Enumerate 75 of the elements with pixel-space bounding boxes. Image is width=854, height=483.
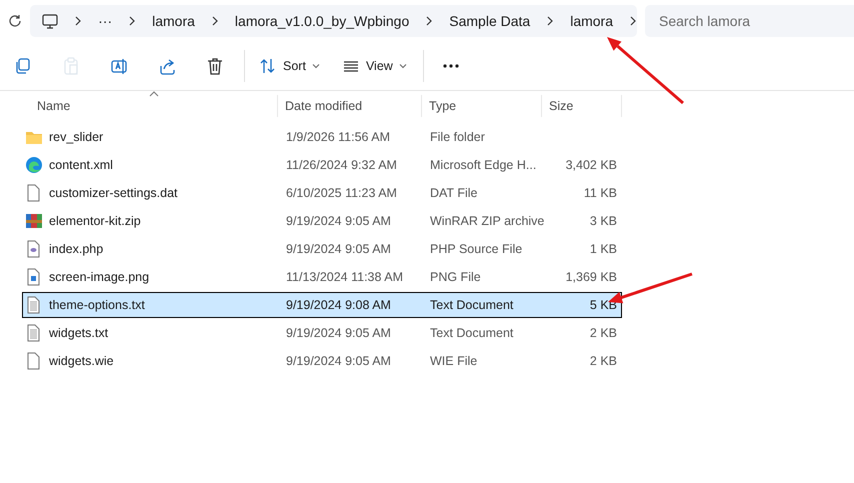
file-size: 3 KB	[590, 214, 617, 228]
computer-icon[interactable]	[42, 14, 58, 28]
chevron-icon	[546, 16, 554, 26]
file-size: 1 KB	[590, 242, 617, 256]
file-name: widgets.wie	[49, 354, 114, 368]
chevron-icon	[425, 16, 434, 26]
share-icon	[158, 57, 176, 75]
more-icon	[442, 64, 459, 68]
breadcrumb[interactable]: lamora	[570, 13, 613, 29]
file-size: 2 KB	[590, 354, 617, 368]
file-size: 3,402 KB	[566, 158, 617, 172]
column-header[interactable]: Size	[542, 95, 622, 117]
file-type: Text Document	[430, 298, 514, 312]
refresh-icon[interactable]	[8, 14, 22, 28]
file-name: elementor-kit.zip	[49, 214, 141, 228]
modified-date: 9/19/2024 9:05 AM	[286, 242, 391, 256]
modified-date: 11/13/2024 11:38 AM	[286, 270, 403, 284]
modified-date: 9/19/2024 9:05 AM	[286, 214, 391, 228]
file-type: Text Document	[430, 326, 514, 340]
modified-date: 1/9/2026 11:56 AM	[286, 130, 390, 144]
file-row[interactable]: rev_slider 1/9/2026 11:56 AM File folder	[22, 124, 622, 150]
file-row[interactable]: index.php 9/19/2024 9:05 AM PHP Source File 1 KB	[22, 236, 622, 262]
address-bar[interactable]: ··· lamora lamora_v1.0.0_by_Wpbingo Sample Data lamora	[30, 5, 637, 37]
file-type: WinRAR ZIP archive	[430, 214, 544, 228]
globe-icon	[25, 156, 43, 174]
file-name: widgets.txt	[49, 326, 108, 340]
archive-icon	[25, 212, 43, 230]
file-name: screen-image.png	[49, 270, 150, 284]
modified-date: 9/19/2024 9:08 AM	[286, 298, 391, 312]
sort-icon	[259, 57, 277, 75]
file-size: 11 KB	[584, 186, 617, 200]
trash-icon	[206, 57, 224, 75]
column-header[interactable]: Type	[422, 95, 542, 117]
file-name: theme-options.txt	[49, 298, 145, 312]
chevron-icon	[210, 16, 219, 26]
file-name: customizer-settings.dat	[49, 186, 178, 200]
modified-date: 6/10/2025 11:23 AM	[286, 186, 397, 200]
file-name: rev_slider	[49, 130, 104, 144]
modified-date: 9/19/2024 9:05 AM	[286, 354, 391, 368]
file-type: PHP Source File	[430, 242, 522, 256]
modified-date: 11/26/2024 9:32 AM	[286, 158, 397, 172]
rename-icon	[110, 57, 128, 75]
file-row[interactable]: content.xml 11/26/2024 9:32 AM Microsoft Edge H... 3,402 KB	[22, 152, 622, 178]
file-type: File folder	[430, 130, 485, 144]
sort-button[interactable]: Sort	[253, 49, 326, 83]
search-field[interactable]: Search lamora	[645, 5, 854, 37]
column-header[interactable]: Date modified	[278, 95, 422, 117]
file-row[interactable]: elementor-kit.zip 9/19/2024 9:05 AM WinRAR ZIP archive 3 KB	[22, 208, 622, 234]
chevron-icon	[74, 16, 82, 26]
modified-date: 9/19/2024 9:05 AM	[286, 326, 391, 340]
paste-icon	[62, 57, 80, 75]
view-button[interactable]: View	[336, 49, 413, 83]
overflow-button[interactable]: ···	[98, 13, 112, 29]
file-row[interactable]: widgets.txt 9/19/2024 9:05 AM Text Document 2 KB	[22, 320, 622, 346]
file-name: content.xml	[49, 158, 113, 172]
breadcrumb[interactable]: lamora	[152, 13, 195, 29]
file-type: PNG File	[430, 270, 481, 284]
file-size: 2 KB	[590, 326, 617, 340]
file-row[interactable]: customizer-settings.dat 6/10/2025 11:23 AM DAT File 11 KB	[22, 180, 622, 206]
chevron-icon	[128, 16, 136, 26]
file-type: Microsoft Edge H...	[430, 158, 536, 172]
caret-icon	[398, 63, 407, 69]
file-type: WIE File	[430, 354, 478, 368]
sort-indicator-icon	[149, 91, 159, 97]
file-row[interactable]: screen-image.png 11/13/2024 11:38 AM PNG File 1,369 KB	[22, 264, 622, 290]
chevron-icon	[629, 16, 637, 26]
copy-icon	[14, 57, 32, 75]
file-row[interactable]: widgets.wie 9/19/2024 9:05 AM WIE File 2 KB	[22, 348, 622, 374]
breadcrumb[interactable]: Sample Data	[449, 13, 530, 29]
file-type: DAT File	[430, 186, 478, 200]
file-name: index.php	[49, 242, 104, 256]
column-header[interactable]: Name	[22, 95, 278, 117]
file-size: 1,369 KB	[566, 270, 617, 284]
breadcrumb[interactable]: lamora_v1.0.0_by_Wpbingo	[234, 13, 410, 29]
caret-icon	[312, 63, 320, 69]
